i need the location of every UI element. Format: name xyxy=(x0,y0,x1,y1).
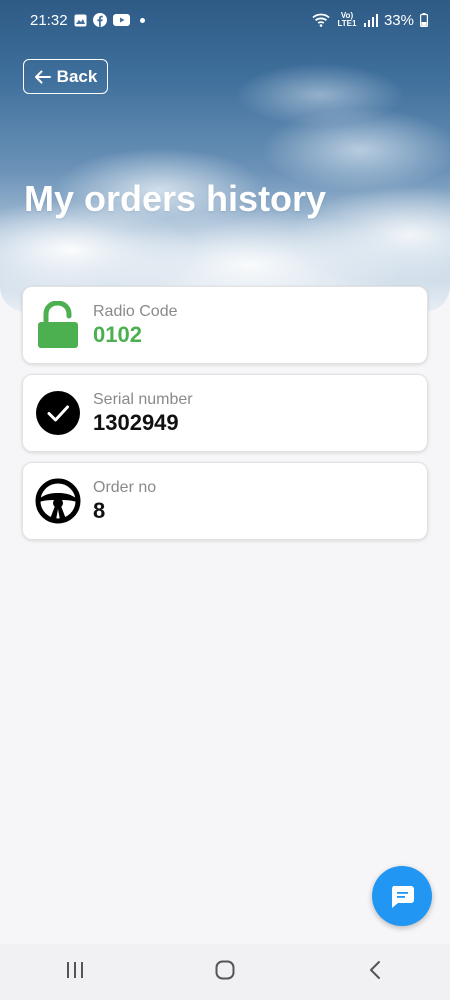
recent-apps-button[interactable] xyxy=(45,952,105,992)
wifi-icon xyxy=(312,13,330,27)
order-no-label: Order no xyxy=(93,479,157,496)
system-back-button[interactable] xyxy=(345,952,405,992)
status-right: Vo) LTE1 33% xyxy=(312,12,428,29)
chat-bubble-icon xyxy=(389,883,415,909)
network-label: Vo) LTE1 xyxy=(337,11,357,28)
youtube-icon xyxy=(112,14,130,26)
home-icon xyxy=(215,960,235,985)
back-button[interactable]: Back xyxy=(23,59,108,94)
back-nav-icon xyxy=(369,960,381,985)
header-sky-background xyxy=(0,0,450,312)
unlocked-padlock-icon xyxy=(23,301,93,349)
page-title: My orders history xyxy=(24,178,327,219)
signal-icon xyxy=(363,13,378,27)
steering-wheel-icon xyxy=(23,478,93,524)
back-button-label: Back xyxy=(56,66,98,86)
status-time: 21:32 xyxy=(30,11,68,29)
radio-code-value: 0102 xyxy=(93,322,142,347)
app-screen: 21:32 Vo) LTE1 33% Back My orders histor… xyxy=(0,0,450,1000)
home-button[interactable] xyxy=(195,952,255,992)
serial-number-label: Serial number xyxy=(93,391,193,408)
radio-code-label: Radio Code xyxy=(93,303,178,320)
facebook-icon xyxy=(92,13,107,27)
serial-number-card: Serial number 1302949 xyxy=(22,374,428,452)
system-nav-bar xyxy=(0,944,450,1000)
battery-percent: 33% xyxy=(383,11,414,29)
status-bar: 21:32 Vo) LTE1 33% xyxy=(0,0,450,40)
gallery-icon xyxy=(74,14,87,27)
chat-button[interactable] xyxy=(372,866,432,926)
notification-dot-icon xyxy=(139,17,145,23)
battery-icon xyxy=(420,13,428,27)
status-left: 21:32 xyxy=(30,12,145,29)
arrow-left-icon xyxy=(34,70,51,84)
serial-number-value: 1302949 xyxy=(93,410,179,435)
recent-apps-icon xyxy=(65,961,85,984)
order-no-card: Order no 8 xyxy=(22,462,428,540)
check-circle-icon xyxy=(23,390,93,436)
radio-code-card: Radio Code 0102 xyxy=(22,286,428,364)
order-no-value: 8 xyxy=(93,498,106,523)
